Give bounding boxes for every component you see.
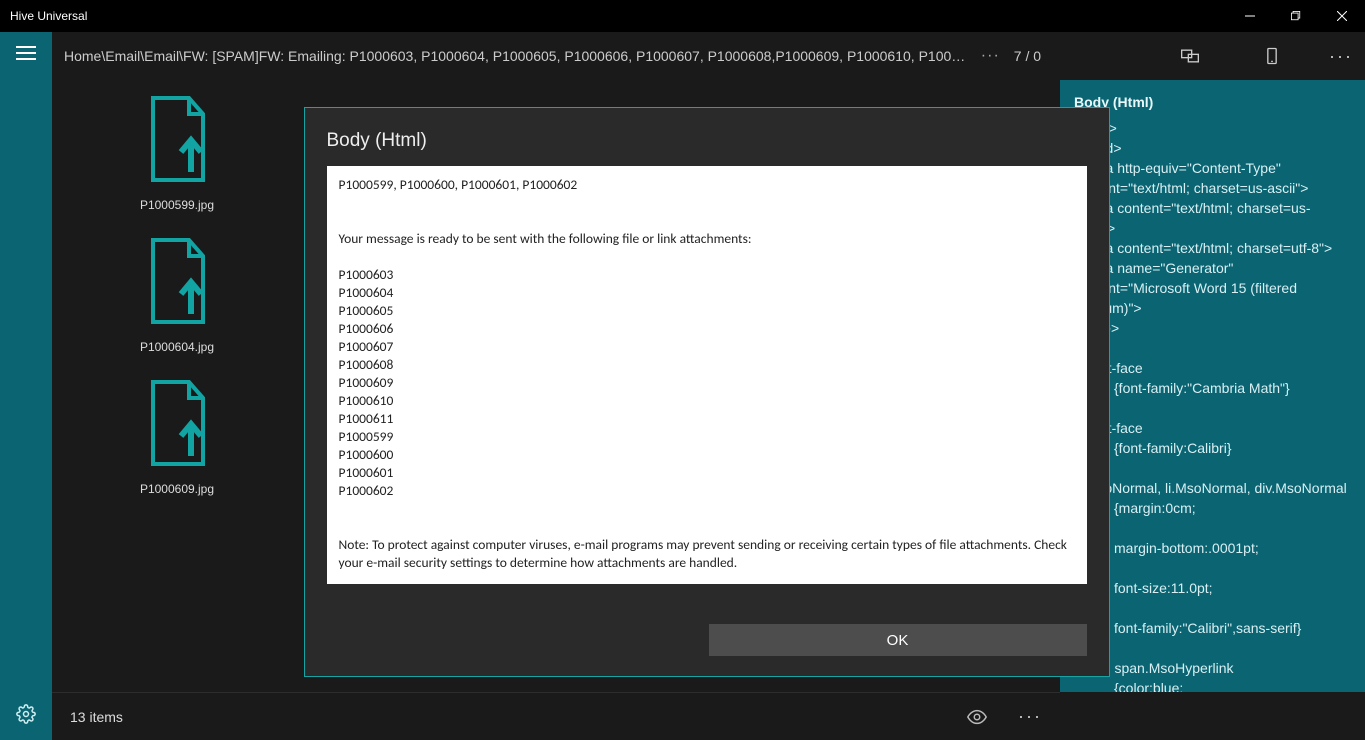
dialog-file-line: P1000604 bbox=[339, 284, 1075, 302]
main-area: Home\Email\Email\FW: [SPAM]FW: Emailing:… bbox=[52, 32, 1365, 740]
body-html-dialog: Body (Html) P1000599, P1000600, P1000601… bbox=[304, 107, 1110, 677]
thumbnail-label: P1000599.jpg bbox=[87, 198, 267, 212]
dialog-file-line: P1000608 bbox=[339, 356, 1075, 374]
dialog-header-line: P1000599, P1000600, P1000601, P1000602 bbox=[339, 176, 1075, 194]
breadcrumb-bar: Home\Email\Email\FW: [SPAM]FW: Emailing:… bbox=[52, 32, 1365, 80]
thumbnail-item[interactable]: P1000599.jpg bbox=[87, 94, 267, 212]
window-title: Hive Universal bbox=[10, 9, 87, 23]
dialog-file-line: P1000600 bbox=[339, 446, 1075, 464]
ok-button[interactable]: OK bbox=[709, 624, 1087, 656]
thumbnail-label: P1000609.jpg bbox=[87, 482, 267, 496]
minimize-button[interactable] bbox=[1227, 0, 1273, 32]
breadcrumb[interactable]: Home\Email\Email\FW: [SPAM]FW: Emailing:… bbox=[64, 48, 967, 64]
dialog-file-line: P1000601 bbox=[339, 464, 1075, 482]
maximize-button[interactable] bbox=[1273, 0, 1319, 32]
dialog-file-line: P1000599 bbox=[339, 428, 1075, 446]
window-controls bbox=[1227, 0, 1365, 32]
thumbnail-item[interactable]: P1000604.jpg bbox=[87, 236, 267, 354]
dialog-intro: Your message is ready to be sent with th… bbox=[339, 230, 1075, 248]
device-icon[interactable] bbox=[1261, 45, 1283, 67]
dialog-title: Body (Html) bbox=[327, 130, 1087, 152]
breadcrumb-more-icon[interactable]: ··· bbox=[981, 47, 1000, 65]
item-count: 13 items bbox=[70, 709, 123, 725]
file-upload-icon bbox=[141, 236, 213, 326]
dialog-file-line: P1000607 bbox=[339, 338, 1075, 356]
status-bar: 13 items ··· bbox=[52, 692, 1060, 740]
file-upload-icon bbox=[141, 378, 213, 468]
settings-icon[interactable] bbox=[16, 704, 36, 724]
dialog-file-line: P1000610 bbox=[339, 392, 1075, 410]
status-more-icon[interactable]: ··· bbox=[1018, 706, 1042, 727]
dialog-file-line: P1000602 bbox=[339, 482, 1075, 500]
title-bar: Hive Universal bbox=[0, 0, 1365, 32]
panel-content: <html> <head> <meta http-equiv="Content-… bbox=[1074, 118, 1351, 692]
thumbnail-item[interactable]: P1000609.jpg bbox=[87, 378, 267, 496]
visibility-icon[interactable] bbox=[966, 706, 988, 728]
dialog-note: Note: To protect against computer viruse… bbox=[339, 536, 1075, 572]
dialog-file-line: P1000606 bbox=[339, 320, 1075, 338]
dialog-file-line: P1000603 bbox=[339, 266, 1075, 284]
more-options-icon[interactable]: ··· bbox=[1329, 46, 1353, 67]
page-count: 7 / 0 bbox=[1014, 48, 1041, 64]
file-upload-icon bbox=[141, 94, 213, 184]
panel-title: Body (Html) bbox=[1074, 92, 1351, 112]
menu-icon[interactable] bbox=[16, 46, 36, 60]
thumbnail-grid: P1000599.jpg P1000604.jpg P1000609.jpg bbox=[52, 80, 302, 692]
thumbnail-label: P1000604.jpg bbox=[87, 340, 267, 354]
dialog-file-line: P1000605 bbox=[339, 302, 1075, 320]
dialog-body[interactable]: P1000599, P1000600, P1000601, P1000602 Yo… bbox=[327, 166, 1087, 584]
dialog-file-line: P1000609 bbox=[339, 374, 1075, 392]
dialog-file-line: P1000611 bbox=[339, 410, 1075, 428]
compare-icon[interactable] bbox=[1179, 45, 1201, 67]
left-rail bbox=[0, 32, 52, 740]
close-button[interactable] bbox=[1319, 0, 1365, 32]
